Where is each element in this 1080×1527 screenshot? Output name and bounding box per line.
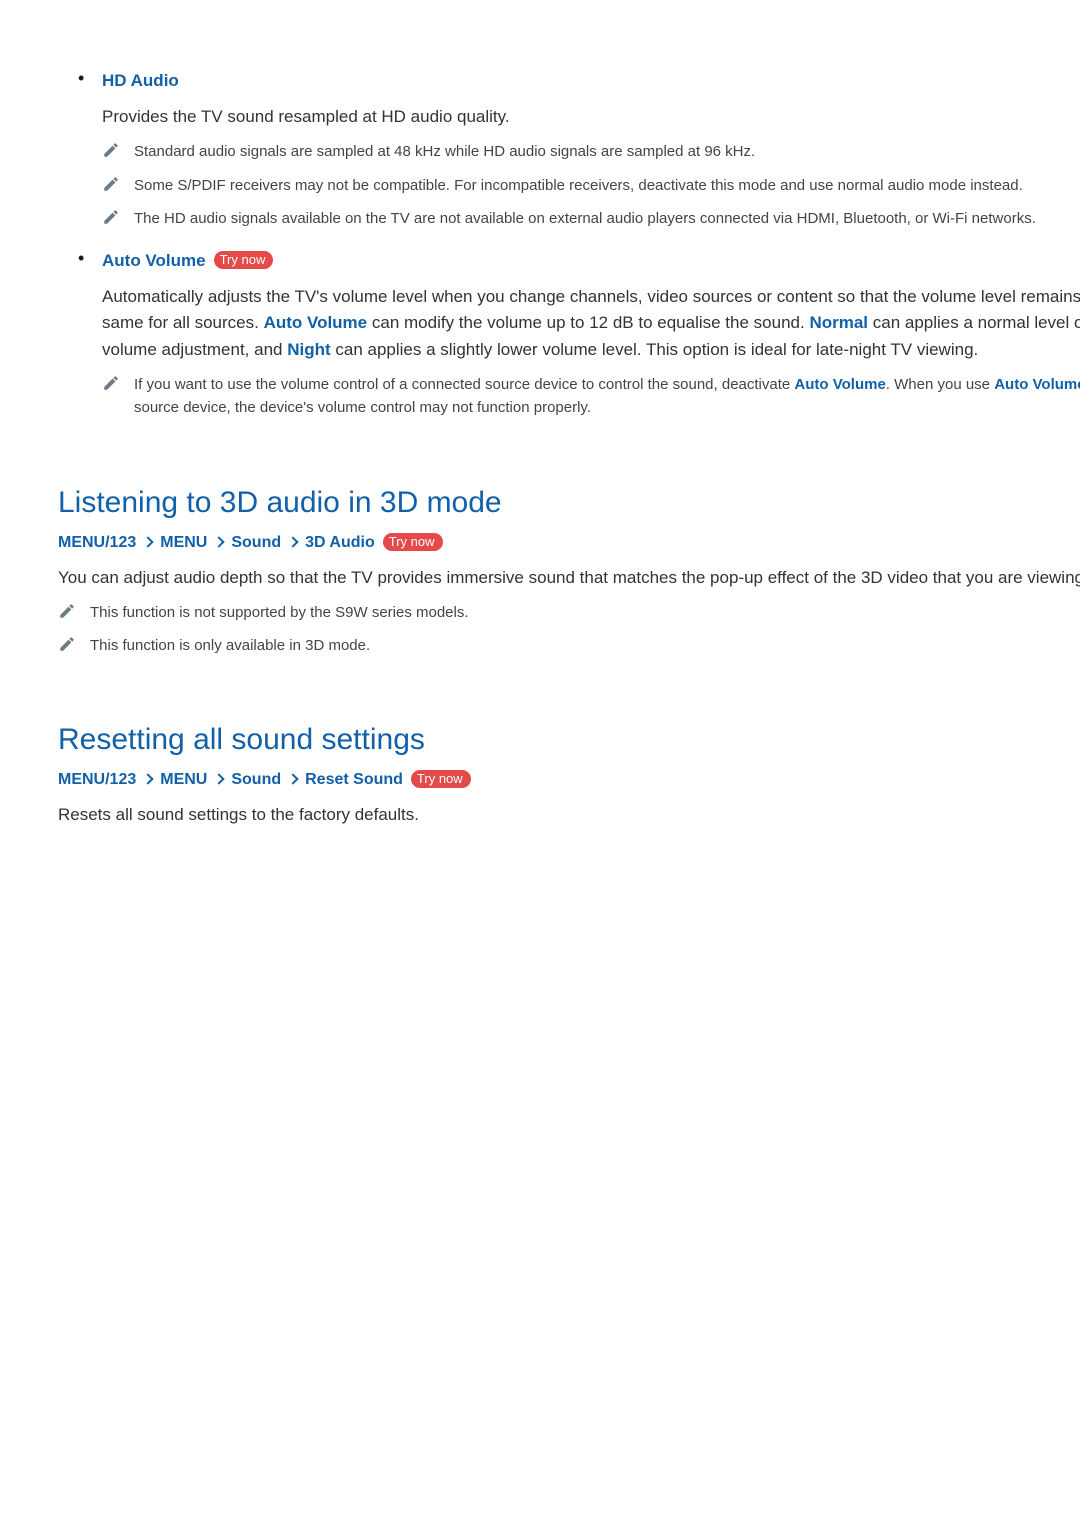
breadcrumb-part: MENU/123	[58, 768, 136, 792]
heading-3d-audio: Listening to 3D audio in 3D mode	[58, 480, 1080, 525]
note-text: Standard audio signals are sampled at 48…	[134, 140, 755, 163]
breadcrumb-part: Sound	[231, 768, 281, 792]
hd-audio-desc: Provides the TV sound resampled at HD au…	[102, 104, 1080, 130]
bullet-auto-volume: Auto Volume Try now Automatically adjust…	[102, 248, 1080, 420]
heading-reset-sound: Resetting all sound settings	[58, 717, 1080, 762]
breadcrumb-part: MENU	[160, 768, 207, 792]
note-text: This function is not supported by the S9…	[90, 601, 469, 624]
breadcrumb-part: 3D Audio	[305, 531, 375, 555]
av-note-p2: . When you use	[886, 376, 994, 393]
note-text: The HD audio signals available on the TV…	[134, 207, 1036, 230]
pencil-note-icon	[58, 602, 76, 620]
pencil-note-icon	[102, 374, 120, 392]
try-now-badge[interactable]: Try now	[383, 533, 443, 551]
bullet-title-hd-audio: HD Audio	[102, 68, 179, 94]
av-desc-part4: can applies a slightly lower volume leve…	[331, 340, 979, 359]
av-kw-auto-volume: Auto Volume	[264, 313, 368, 332]
breadcrumb-part: MENU/123	[58, 531, 136, 555]
try-now-badge[interactable]: Try now	[411, 770, 471, 788]
breadcrumb-part: MENU	[160, 531, 207, 555]
note-row: Some S/PDIF receivers may not be compati…	[102, 174, 1080, 197]
note-row: Standard audio signals are sampled at 48…	[102, 140, 1080, 163]
note-row: This function is not supported by the S9…	[58, 601, 1080, 624]
pencil-note-icon	[102, 208, 120, 226]
chevron-right-icon	[213, 538, 225, 548]
note-row: This function is only available in 3D mo…	[58, 634, 1080, 657]
av-note-p1: If you want to use the volume control of…	[134, 376, 794, 393]
section-3d-audio: Listening to 3D audio in 3D mode MENU/12…	[58, 480, 1080, 658]
chevron-right-icon	[287, 775, 299, 785]
section-reset-sound: Resetting all sound settings MENU/123 ME…	[58, 717, 1080, 828]
chevron-right-icon	[142, 775, 154, 785]
body-3d-audio: You can adjust audio depth so that the T…	[58, 565, 1080, 591]
pencil-note-icon	[58, 635, 76, 653]
note-row: The HD audio signals available on the TV…	[102, 207, 1080, 230]
breadcrumb-3d-audio: MENU/123 MENU Sound 3D Audio Try now	[58, 531, 1080, 555]
av-kw-normal: Normal	[809, 313, 868, 332]
chevron-right-icon	[213, 775, 225, 785]
body-reset-sound: Resets all sound settings to the factory…	[58, 802, 1080, 828]
auto-volume-desc: Automatically adjusts the TV's volume le…	[102, 284, 1080, 363]
try-now-badge[interactable]: Try now	[214, 251, 274, 269]
chevron-right-icon	[287, 538, 299, 548]
av-kw-night: Night	[287, 340, 330, 359]
chevron-right-icon	[142, 538, 154, 548]
note-text: This function is only available in 3D mo…	[90, 634, 370, 657]
bullet-hd-audio: HD Audio Provides the TV sound resampled…	[102, 68, 1080, 230]
pencil-note-icon	[102, 175, 120, 193]
breadcrumb-part: Sound	[231, 531, 281, 555]
note-text: Some S/PDIF receivers may not be compati…	[134, 174, 1023, 197]
breadcrumb-part: Reset Sound	[305, 768, 403, 792]
pencil-note-icon	[102, 141, 120, 159]
note-row: If you want to use the volume control of…	[102, 373, 1080, 420]
av-desc-part2: can modify the volume up to 12 dB to equ…	[367, 313, 809, 332]
note-text-auto-volume: If you want to use the volume control of…	[134, 373, 1080, 420]
bullet-title-auto-volume: Auto Volume Try now	[102, 248, 273, 274]
auto-volume-label: Auto Volume	[102, 248, 206, 274]
av-note-kw2: Auto Volume	[994, 376, 1080, 393]
av-note-kw1: Auto Volume	[794, 376, 885, 393]
hd-audio-label: HD Audio	[102, 68, 179, 94]
breadcrumb-reset-sound: MENU/123 MENU Sound Reset Sound Try now	[58, 768, 1080, 792]
